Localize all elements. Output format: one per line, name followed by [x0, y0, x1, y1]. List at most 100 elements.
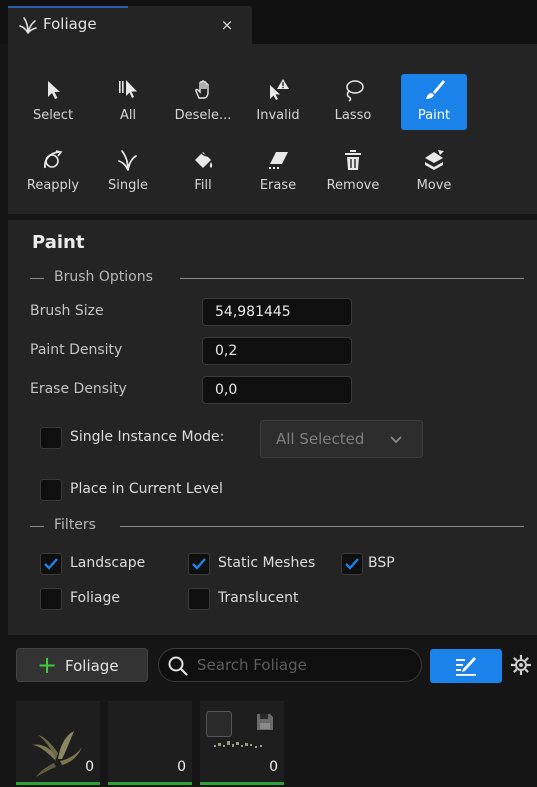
move-tool-label: Move [416, 178, 452, 193]
checkmark-icon [345, 558, 359, 570]
erase-tool-button[interactable]: Erase [245, 144, 311, 200]
foliage-filter-label: Foliage [70, 590, 120, 606]
trash-icon [345, 150, 361, 170]
select-all-tool-label: All [119, 108, 137, 123]
instance-count: 0 [269, 759, 278, 775]
reapply-tool-label: Reapply [26, 178, 80, 193]
bsp-filter-checkbox[interactable] [341, 553, 363, 575]
tab-active-indicator [8, 6, 128, 8]
paint-settings-panel: Paint Brush Options Brush Size 54,981445… [8, 220, 537, 635]
foliage-type-tile[interactable]: 0 [108, 701, 192, 785]
fill-tool-label: Fill [194, 178, 212, 193]
landscape-filter-label: Landscape [70, 555, 146, 571]
select-tool-label: Select [32, 108, 74, 123]
brush-options-header[interactable]: Brush Options [30, 268, 530, 288]
toggle-paint-mode-button[interactable] [430, 649, 502, 683]
foliage-palette-toolbar: + Foliage [0, 635, 537, 697]
foliage-filter-checkbox[interactable] [40, 588, 62, 610]
foliage-icon [19, 17, 37, 34]
bsp-filter-label: BSP [368, 555, 395, 571]
place-in-level-checkbox[interactable] [40, 479, 62, 501]
add-foliage-label: Foliage [65, 657, 119, 675]
single-tool-label: Single [108, 178, 148, 193]
header-dash [30, 278, 44, 279]
move-tool-button[interactable]: Move [401, 144, 467, 200]
paint-density-field[interactable]: 0,2 [202, 337, 352, 365]
landscape-filter-checkbox[interactable] [40, 553, 62, 575]
foliage-type-tile[interactable]: 0 [200, 701, 284, 785]
fill-bucket-icon [195, 149, 213, 168]
single-plant-icon [118, 150, 137, 171]
checkmark-icon [44, 558, 58, 570]
invalid-select-icon [270, 79, 289, 100]
single-instance-checkbox[interactable] [40, 427, 62, 449]
lasso-icon [346, 80, 364, 102]
foliage-type-checkbox[interactable] [206, 711, 232, 737]
edit-list-icon [456, 657, 476, 676]
filters-header[interactable]: Filters [30, 516, 530, 536]
save-icon[interactable] [254, 711, 276, 733]
eraser-icon [269, 152, 288, 169]
hand-deselect-icon [195, 80, 209, 99]
single-instance-mode-dropdown[interactable]: All Selected [260, 420, 423, 458]
chevron-down-icon [390, 436, 402, 444]
search-box [158, 648, 422, 682]
paint-brush-icon [426, 80, 445, 99]
header-dash [30, 526, 44, 527]
search-foliage-input[interactable] [197, 650, 413, 680]
paint-tool-label: Paint [417, 108, 451, 123]
erase-density-field[interactable]: 0,0 [202, 376, 352, 404]
translucent-filter-checkbox[interactable] [188, 588, 210, 610]
gear-icon[interactable] [510, 654, 532, 676]
single-instance-label: Single Instance Mode: [70, 429, 225, 445]
reapply-icon [44, 150, 63, 169]
foliage-tab[interactable]: Foliage × [8, 6, 252, 44]
search-icon [168, 656, 188, 676]
select-all-tool-button[interactable]: All [95, 74, 161, 130]
place-in-level-label: Place in Current Level [70, 481, 223, 497]
static-meshes-filter-label: Static Meshes [218, 555, 316, 571]
erase-tool-label: Erase [259, 178, 297, 193]
move-icon [425, 150, 444, 170]
add-foliage-button[interactable]: + Foliage [16, 648, 148, 682]
foliage-type-status-bar [108, 782, 192, 785]
deselect-tool-label: Desele... [174, 108, 232, 123]
foliage-toolbar: Select All Desele... Invalid Lasso Paint… [8, 44, 537, 214]
filters-label: Filters [54, 517, 96, 533]
invalid-select-tool-button[interactable]: Invalid [245, 74, 311, 130]
invalid-select-tool-label: Invalid [256, 108, 300, 123]
lasso-tool-label: Lasso [334, 108, 372, 123]
tab-title: Foliage [43, 15, 97, 33]
fill-tool-button[interactable]: Fill [170, 144, 236, 200]
brush-size-label: Brush Size [30, 303, 104, 319]
static-meshes-filter-checkbox[interactable] [188, 553, 210, 575]
panel-title: Paint [32, 232, 85, 253]
brush-size-field[interactable]: 54,981445 [202, 298, 352, 326]
select-tool-button[interactable]: Select [20, 74, 86, 130]
foliage-type-palette: 0 0 0 [0, 697, 537, 787]
dropdown-selected-value: All Selected [276, 430, 365, 448]
paint-tool-button[interactable]: Paint [401, 74, 467, 130]
header-divider [180, 278, 524, 279]
foliage-type-tile[interactable]: 0 [16, 701, 100, 785]
reapply-tool-button[interactable]: Reapply [20, 144, 86, 200]
lasso-tool-button[interactable]: Lasso [320, 74, 386, 130]
single-tool-button[interactable]: Single [95, 144, 161, 200]
header-divider [120, 526, 524, 527]
instance-count: 0 [85, 759, 94, 775]
plus-icon: + [37, 651, 58, 679]
select-all-icon [119, 80, 137, 98]
foliage-type-status-bar [16, 782, 100, 785]
paint-density-label: Paint Density [30, 342, 123, 358]
instance-count: 0 [177, 759, 186, 775]
tab-bar: Foliage × [0, 0, 537, 44]
brush-options-label: Brush Options [54, 269, 153, 285]
remove-tool-button[interactable]: Remove [320, 144, 386, 200]
remove-tool-label: Remove [326, 178, 380, 193]
deselect-tool-button[interactable]: Desele... [170, 74, 236, 130]
translucent-filter-label: Translucent [218, 590, 299, 606]
foliage-type-status-bar [200, 782, 284, 785]
arrow-cursor-icon [48, 81, 60, 99]
erase-density-label: Erase Density [30, 381, 127, 397]
close-tab-button[interactable]: × [216, 14, 238, 36]
